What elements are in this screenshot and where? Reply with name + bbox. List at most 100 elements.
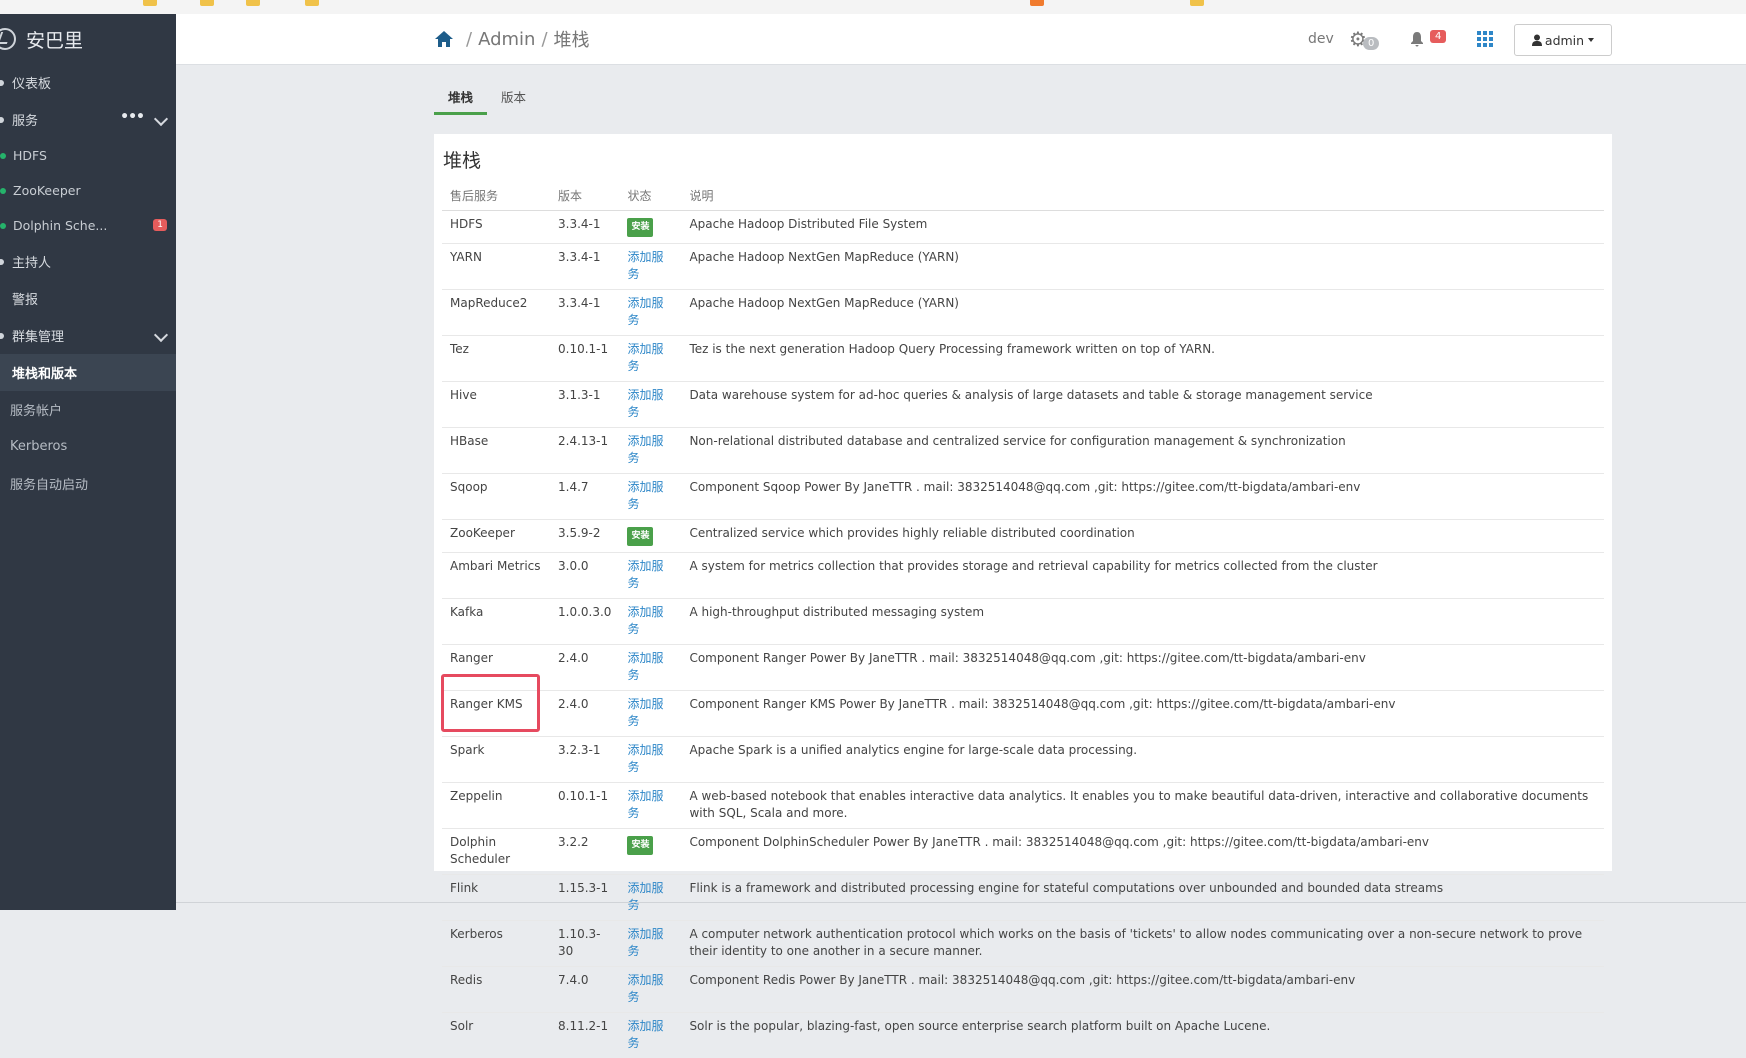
alert-badge: 1 xyxy=(153,219,167,231)
sidebar-item-hosts[interactable]: 主持人 xyxy=(0,243,176,280)
add-service-link[interactable]: 添加服务 xyxy=(627,973,663,1004)
background-ops-button[interactable]: ⚙ 0 xyxy=(1349,14,1379,64)
sidebar-item-dolphin-scheduler[interactable]: Dolphin Sche... 1 xyxy=(0,208,176,243)
table-row: Redis7.4.0添加服务Component Redis Power By J… xyxy=(442,967,1604,1013)
sidebar-item-alerts[interactable]: 警报 xyxy=(0,280,176,317)
service-name-cell: Ranger KMS xyxy=(442,691,550,737)
service-name-cell: Ambari Metrics xyxy=(442,553,550,599)
sidebar-item-zookeeper[interactable]: ZooKeeper xyxy=(0,173,176,208)
table-row: Ranger KMS2.4.0添加服务Component Ranger KMS … xyxy=(442,691,1604,737)
add-service-link[interactable]: 添加服务 xyxy=(627,296,663,327)
add-service-link[interactable]: 添加服务 xyxy=(627,927,663,958)
breadcrumb-admin[interactable]: Admin xyxy=(478,29,535,50)
sidebar-item-label: 警报 xyxy=(12,289,38,308)
views-button[interactable] xyxy=(1477,14,1493,64)
sidebar-item-service-accounts[interactable]: 服务帐户 xyxy=(0,391,176,428)
bookmark-icon[interactable] xyxy=(1030,0,1044,6)
service-name-cell: YARN xyxy=(442,244,550,290)
breadcrumb-separator: / xyxy=(541,29,547,50)
sidebar-item-label: Kerberos xyxy=(10,439,67,454)
sidebar-item-label: HDFS xyxy=(13,148,47,163)
status-cell: 添加服务 xyxy=(619,474,681,520)
hosts-icon xyxy=(0,259,4,265)
description-cell: Flink is a framework and distributed pro… xyxy=(681,875,1604,921)
user-icon xyxy=(1532,34,1542,46)
brand-name: 安巴里 xyxy=(26,26,83,53)
status-cell: 安装 xyxy=(619,829,681,875)
service-name-cell: Kerberos xyxy=(442,921,550,967)
sidebar-item-service-auto-start[interactable]: 服务自动启动 xyxy=(0,465,176,502)
sidebar-item-kerberos[interactable]: Kerberos xyxy=(0,428,176,465)
add-service-link[interactable]: 添加服务 xyxy=(627,250,663,281)
version-cell: 1.10.3-30 xyxy=(550,921,619,967)
bookmark-folder-icon[interactable] xyxy=(246,0,260,6)
version-cell: 0.10.1-1 xyxy=(550,336,619,382)
description-cell: Apache Hadoop NextGen MapReduce (YARN) xyxy=(681,290,1604,336)
status-cell: 添加服务 xyxy=(619,921,681,967)
status-ok-icon xyxy=(0,223,6,229)
add-service-link[interactable]: 添加服务 xyxy=(627,1019,663,1050)
sidebar-item-label: 服务帐户 xyxy=(10,400,62,419)
chevron-down-icon[interactable] xyxy=(154,328,168,342)
user-menu-button[interactable]: admin xyxy=(1514,24,1612,56)
bookmark-folder-icon[interactable] xyxy=(305,0,319,6)
home-icon[interactable] xyxy=(434,30,454,48)
service-name-cell: HBase xyxy=(442,428,550,474)
add-service-link[interactable]: 添加服务 xyxy=(627,651,663,682)
table-row: Kafka1.0.0.3.0添加服务A high-throughput dist… xyxy=(442,599,1604,645)
bookmark-folder-icon[interactable] xyxy=(200,0,214,6)
version-cell: 3.3.4-1 xyxy=(550,211,619,244)
alerts-button[interactable]: 4 xyxy=(1410,14,1446,64)
table-row: Tez0.10.1-1添加服务Tez is the next generatio… xyxy=(442,336,1604,382)
version-cell: 1.4.7 xyxy=(550,474,619,520)
panel-title: 堆栈 xyxy=(443,146,481,173)
table-row: Sqoop1.4.7添加服务Component Sqoop Power By J… xyxy=(442,474,1604,520)
table-row: HDFS3.3.4-1安装Apache Hadoop Distributed F… xyxy=(442,211,1604,244)
version-cell: 2.4.0 xyxy=(550,691,619,737)
add-service-link[interactable]: 添加服务 xyxy=(627,342,663,373)
more-actions-icon[interactable]: ••• xyxy=(120,109,144,125)
add-service-link[interactable]: 添加服务 xyxy=(627,881,663,912)
version-cell: 3.1.3-1 xyxy=(550,382,619,428)
status-cell: 添加服务 xyxy=(619,875,681,921)
status-cell: 添加服务 xyxy=(619,336,681,382)
table-row: MapReduce23.3.4-1添加服务Apache Hadoop NextG… xyxy=(442,290,1604,336)
tab-versions[interactable]: 版本 xyxy=(487,84,540,115)
column-header-service: 售后服务 xyxy=(442,180,550,211)
add-service-link[interactable]: 添加服务 xyxy=(627,789,663,820)
add-service-link[interactable]: 添加服务 xyxy=(627,697,663,728)
sidebar-item-stack-versions[interactable]: 堆栈和版本 xyxy=(0,354,176,391)
bookmark-folder-icon[interactable] xyxy=(1190,0,1204,6)
version-cell: 3.2.2 xyxy=(550,829,619,875)
chevron-down-icon[interactable] xyxy=(154,112,168,126)
table-header-row: 售后服务 版本 状态 说明 xyxy=(442,180,1604,211)
description-cell: A system for metrics collection that pro… xyxy=(681,553,1604,599)
add-service-link[interactable]: 添加服务 xyxy=(627,480,663,511)
table-row: YARN3.3.4-1添加服务Apache Hadoop NextGen Map… xyxy=(442,244,1604,290)
sidebar-item-cluster-admin[interactable]: 群集管理 xyxy=(0,317,176,354)
version-cell: 3.0.0 xyxy=(550,553,619,599)
description-cell: A high-throughput distributed messaging … xyxy=(681,599,1604,645)
add-service-link[interactable]: 添加服务 xyxy=(627,743,663,774)
sidebar-item-services[interactable]: 服务 ••• xyxy=(0,101,176,138)
add-service-link[interactable]: 添加服务 xyxy=(627,434,663,465)
service-name-cell: Flink xyxy=(442,875,550,921)
sidebar-item-dashboard[interactable]: 仪表板 xyxy=(0,64,176,101)
table-row: ZooKeeper3.5.9-2安装Centralized service wh… xyxy=(442,520,1604,553)
add-service-link[interactable]: 添加服务 xyxy=(627,605,663,636)
caret-down-icon xyxy=(1588,38,1594,42)
tab-stack[interactable]: 堆栈 xyxy=(434,84,487,115)
table-row: Solr8.11.2-1添加服务Solr is the popular, bla… xyxy=(442,1013,1604,1058)
table-row: Dolphin Scheduler3.2.2安装Component Dolphi… xyxy=(442,829,1604,875)
add-service-link[interactable]: 添加服务 xyxy=(627,388,663,419)
sidebar: 安巴里 仪表板 服务 ••• HDFS ZooKeeper Dolphin Sc… xyxy=(0,14,176,910)
description-cell: Centralized service which provides highl… xyxy=(681,520,1604,553)
service-name-cell: Tez xyxy=(442,336,550,382)
bookmark-folder-icon[interactable] xyxy=(143,0,157,6)
brand[interactable]: 安巴里 xyxy=(0,14,176,64)
add-service-link[interactable]: 添加服务 xyxy=(627,559,663,590)
column-header-description: 说明 xyxy=(681,180,1604,211)
footer-divider xyxy=(176,902,1746,903)
sidebar-item-hdfs[interactable]: HDFS xyxy=(0,138,176,173)
bell-icon xyxy=(1410,31,1424,47)
